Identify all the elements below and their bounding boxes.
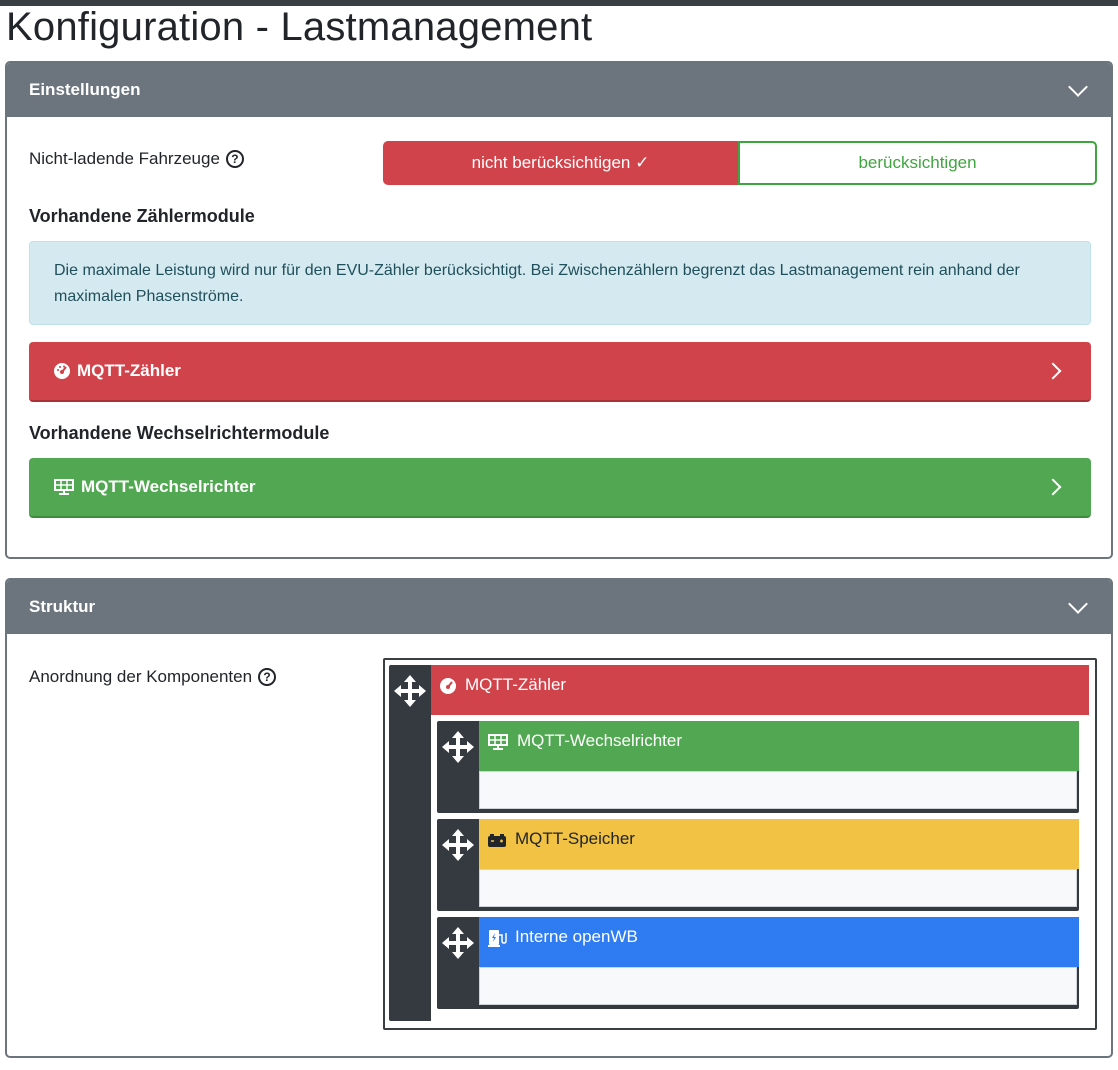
- tree-node-chargepoint-header: Interne openWB: [479, 917, 1079, 967]
- consider-button[interactable]: berücksichtigen: [738, 141, 1097, 185]
- page-title: Konfiguration - Lastmanagement: [6, 5, 593, 49]
- move-arrows-icon[interactable]: [440, 925, 476, 961]
- arrangement-label: Anordnung der Komponenten ?: [29, 667, 277, 687]
- chevron-down-icon[interactable]: [1068, 77, 1088, 97]
- chevron-right-icon: [1044, 478, 1062, 496]
- chevron-right-icon: [1044, 362, 1062, 380]
- inverter-modules-heading: Vorhandene Wechselrichtermodule: [29, 423, 330, 443]
- tree-node-inverter-label: MQTT-Wechselrichter: [517, 731, 682, 750]
- arrangement-text: Anordnung der Komponenten: [29, 667, 253, 686]
- tree-node-storage-label: MQTT-Speicher: [515, 829, 635, 848]
- meter-module-mqtt[interactable]: MQTT-Zähler: [29, 342, 1091, 402]
- tree-node-root-header: MQTT-Zähler: [431, 665, 1089, 715]
- tree-node-storage-header: MQTT-Speicher: [479, 819, 1079, 869]
- question-circle-icon[interactable]: ?: [258, 668, 277, 686]
- structure-card-title: Struktur: [29, 597, 96, 616]
- chevron-down-icon[interactable]: [1068, 594, 1088, 614]
- tree-node-inverter-header: MQTT-Wechselrichter: [479, 721, 1079, 771]
- battery-icon: [488, 834, 506, 847]
- tree-node-root[interactable]: MQTT-Zähler MQTT-Wechselrichter MQTT-Spe…: [389, 665, 1089, 1021]
- move-handle[interactable]: [437, 819, 479, 911]
- info-alert: Die maximale Leistung wird nur für den E…: [29, 241, 1091, 325]
- tree-node-inverter[interactable]: MQTT-Wechselrichter: [437, 721, 1079, 813]
- solar-panel-icon: [488, 734, 508, 750]
- meter-module-label: MQTT-Zähler: [77, 361, 181, 380]
- tree-node-chargepoint[interactable]: Interne openWB: [437, 917, 1079, 1009]
- move-handle[interactable]: [437, 917, 479, 1009]
- tree-children-container: MQTT-Wechselrichter MQTT-Speicher Intern…: [431, 715, 1089, 1021]
- tree-node-dropzone[interactable]: [479, 771, 1077, 809]
- inverter-module-label-wrap: MQTT-Wechselrichter: [53, 477, 255, 497]
- structure-card-header[interactable]: Struktur: [7, 580, 1111, 634]
- non-charging-vehicles-toggle: nicht berücksichtigen ✓ berücksichtigen: [383, 141, 1097, 185]
- question-circle-icon[interactable]: ?: [225, 150, 244, 168]
- tree-node-dropzone[interactable]: [479, 869, 1077, 907]
- charging-station-icon: [488, 930, 507, 947]
- tree-node-dropzone[interactable]: [479, 967, 1077, 1005]
- move-handle[interactable]: [437, 721, 479, 813]
- move-handle[interactable]: [389, 665, 431, 1021]
- settings-card-header[interactable]: Einstellungen: [7, 63, 1111, 117]
- move-arrows-icon[interactable]: [392, 673, 428, 709]
- tree-node-storage[interactable]: MQTT-Speicher: [437, 819, 1079, 911]
- move-arrows-icon[interactable]: [440, 729, 476, 765]
- settings-card: Einstellungen Nicht-ladende Fahrzeuge ? …: [5, 61, 1113, 559]
- ignore-button[interactable]: nicht berücksichtigen ✓: [383, 141, 738, 185]
- inverter-module-mqtt[interactable]: MQTT-Wechselrichter: [29, 458, 1091, 518]
- settings-card-title: Einstellungen: [29, 80, 141, 99]
- meter-modules-heading: Vorhandene Zählermodule: [29, 206, 255, 226]
- move-arrows-icon[interactable]: [440, 827, 476, 863]
- non-charging-vehicles-label: Nicht-ladende Fahrzeuge ?: [29, 149, 244, 169]
- gauge-icon: [440, 678, 456, 694]
- inverter-module-label: MQTT-Wechselrichter: [81, 477, 256, 496]
- meter-module-label-wrap: MQTT-Zähler: [53, 361, 181, 381]
- solar-panel-icon: [54, 479, 74, 495]
- tree-node-root-label: MQTT-Zähler: [465, 675, 567, 694]
- structure-card: Struktur Anordnung der Komponenten ? MQT…: [5, 578, 1113, 1058]
- non-charging-vehicles-text: Nicht-ladende Fahrzeuge: [29, 149, 220, 168]
- tree-node-chargepoint-label: Interne openWB: [515, 927, 638, 946]
- gauge-icon: [54, 363, 70, 379]
- component-tree: MQTT-Zähler MQTT-Wechselrichter MQTT-Spe…: [383, 658, 1097, 1030]
